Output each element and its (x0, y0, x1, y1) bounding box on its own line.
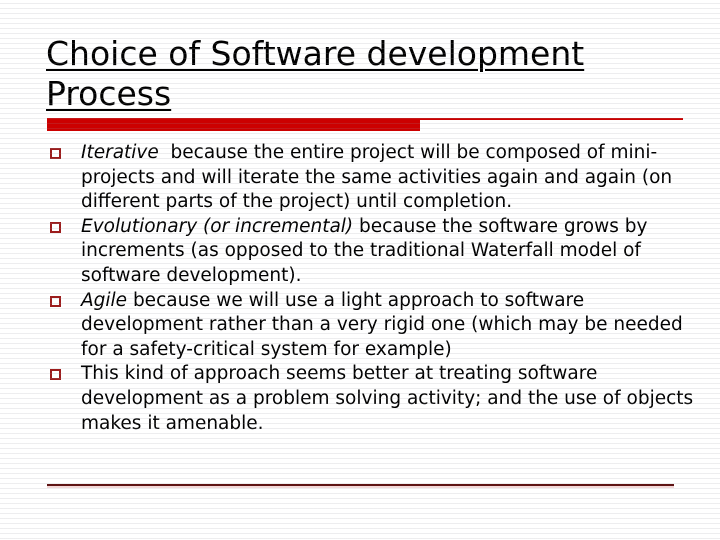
list-item-emphasis: Evolutionary (or incremental) (81, 215, 354, 237)
slide-title: Choice of Software development Process (46, 34, 686, 114)
footer-divider (47, 484, 674, 488)
page-title: Choice of Software development Process (46, 34, 686, 114)
title-line-2: Process (46, 74, 172, 113)
list-item: Evolutionary (or incremental) because th… (46, 215, 694, 289)
list-item-body: because we will use a light approach to … (81, 289, 689, 360)
title-line-1: Choice of Software development (46, 34, 585, 73)
hollow-square-bullet-icon (50, 221, 61, 233)
list-item-body: because the entire project will be compo… (81, 142, 679, 213)
list-item: This kind of approach seems better at tr… (46, 362, 694, 436)
list-item-text: Agile because we will use a light approa… (61, 289, 694, 363)
list-item-emphasis: Agile (81, 289, 128, 311)
list-item: Agile because we will use a light approa… (46, 289, 694, 363)
list-item: Iterative because the entire project wil… (46, 141, 694, 215)
title-divider-thick-bar (47, 118, 420, 131)
title-divider (47, 118, 683, 131)
list-item-text: Evolutionary (or incremental) because th… (61, 215, 694, 289)
hollow-square-bullet-icon (50, 148, 61, 159)
slide: Choice of Software development Process It… (0, 0, 720, 540)
hollow-square-bullet-icon (50, 369, 61, 381)
bullet-list: Iterative because the entire project wil… (46, 141, 694, 436)
list-item-body: This kind of approach seems better at tr… (81, 363, 700, 434)
list-item-text: Iterative because the entire project wil… (61, 141, 694, 215)
list-item-emphasis: Iterative (81, 142, 159, 163)
footer-divider-shadow (47, 486, 674, 488)
hollow-square-bullet-icon (50, 295, 61, 307)
list-item-text: This kind of approach seems better at tr… (61, 362, 694, 436)
